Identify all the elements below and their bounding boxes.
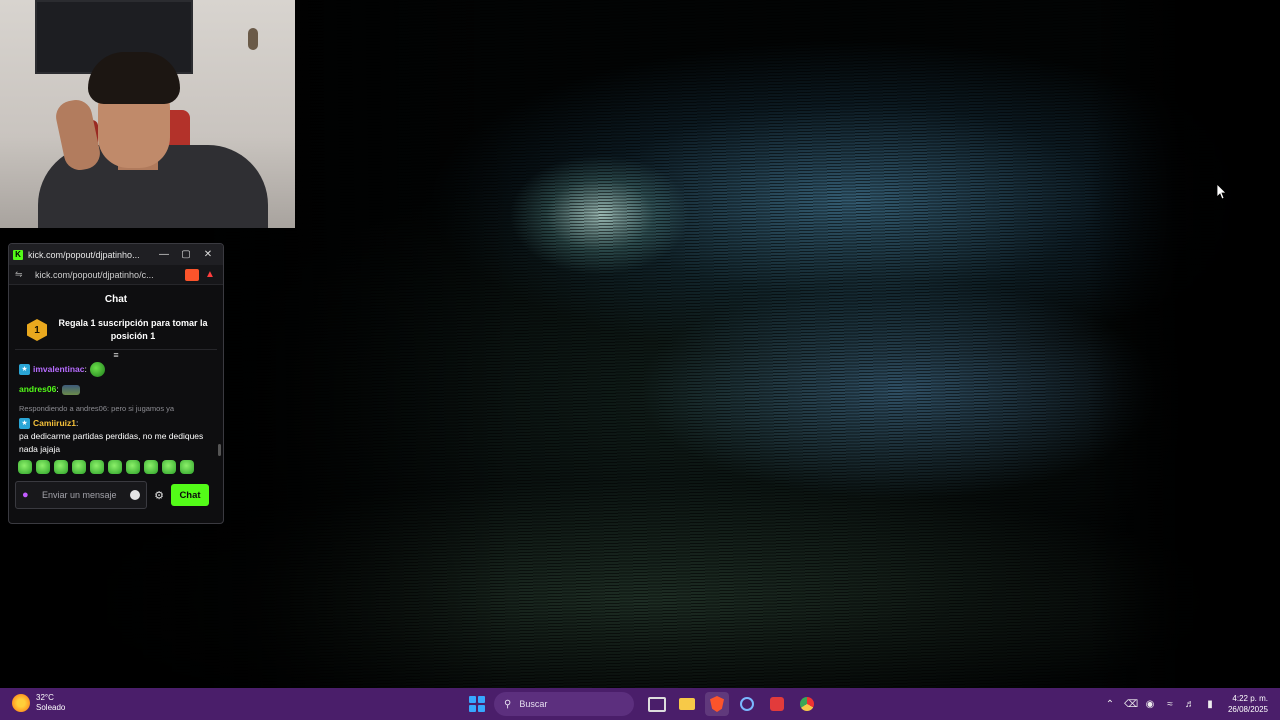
window-title: kick.com/popout/djpatinho... (28, 249, 140, 260)
emote-icon[interactable] (54, 460, 68, 474)
emote-icon[interactable] (18, 460, 32, 474)
taskbar-apps: ⚲ Buscar (466, 691, 822, 717)
chat-popout-window: K kick.com/popout/djpatinho... — ▢ ✕ ⇋ k… (8, 243, 224, 524)
brave-browser-icon[interactable] (705, 692, 729, 716)
address-bar[interactable]: ⇋ kick.com/popout/djpatinho/c... ▲ (9, 265, 223, 285)
weather-widget[interactable]: 32°C Soleado (12, 693, 65, 713)
webcam-streamer-hair (88, 52, 180, 104)
search-icon: ⚲ (504, 698, 512, 710)
notification-muted-icon[interactable]: ⌫ (1124, 699, 1138, 710)
emote-icon[interactable] (126, 460, 140, 474)
chevron-up-icon[interactable]: ⌃ (1104, 699, 1116, 710)
weather-description: Soleado (36, 703, 66, 712)
microphone-icon[interactable]: ● (22, 489, 34, 501)
chat-input-row: ● Enviar un mensaje ⚙ Chat (9, 478, 223, 512)
brave-rewards-icon[interactable]: ▲ (203, 269, 217, 281)
emote-icon[interactable] (72, 460, 86, 474)
clock-time: 4:22 p. m. (1232, 694, 1268, 703)
webcam-background-object (248, 28, 258, 50)
chat-username[interactable]: andres06 (19, 383, 56, 396)
chat-settings-gear-icon[interactable]: ⚙ (147, 489, 171, 502)
scroll-down-icon[interactable]: ≡ (9, 350, 223, 360)
address-url[interactable]: kick.com/popout/djpatinho/c... (35, 270, 181, 280)
battery-icon[interactable]: ▮ (1204, 699, 1216, 710)
chrome-icon[interactable] (795, 692, 819, 716)
taskbar-search[interactable]: ⚲ Buscar (494, 692, 634, 716)
sun-icon (12, 694, 30, 712)
reply-reference[interactable]: Respondiendo a andres06: pero si jugamos… (19, 402, 213, 415)
globe-emote-icon (89, 362, 105, 377)
volume-icon[interactable]: ♬ (1184, 699, 1196, 710)
quick-emote-bar (9, 456, 223, 478)
file-explorer-icon[interactable] (675, 692, 699, 716)
weather-temperature: 32°C (36, 693, 54, 702)
cortana-icon[interactable] (735, 692, 759, 716)
emoji-picker-icon[interactable] (130, 490, 140, 500)
app-red-icon[interactable] (765, 692, 789, 716)
emote-icon[interactable] (90, 460, 104, 474)
emote-icon[interactable] (144, 460, 158, 474)
emote-icon[interactable] (162, 460, 176, 474)
chat-input[interactable]: ● Enviar un mensaje (15, 481, 147, 509)
microphone-icon[interactable]: ◉ (1144, 699, 1156, 710)
chat-header: Chat (104, 293, 128, 305)
taskbar: 32°C Soleado ⚲ Buscar ⌃ ⌫ ◉ ≈ ♬ ▮ 4:22 p… (0, 688, 1280, 720)
kick-logo-icon: K (13, 249, 23, 260)
rank-badge-icon: 1 (27, 319, 47, 341)
send-chat-button[interactable]: Chat (171, 484, 209, 506)
maximize-button[interactable]: ▢ (175, 249, 197, 260)
chat-username[interactable]: Camiiruiz1 (33, 417, 76, 430)
webcam-feed (0, 0, 295, 228)
chat-messages: ★ imvalentinac: andres06: Respondiendo a… (9, 360, 223, 456)
sub-gift-promo[interactable]: 1 Regala 1 suscripción para tomar la pos… (9, 313, 223, 349)
window-titlebar[interactable]: K kick.com/popout/djpatinho... — ▢ ✕ (9, 244, 223, 265)
chat-input-placeholder: Enviar un mensaje (42, 490, 117, 500)
chat-message-text: pa dedicarme partidas perdidas, no me de… (19, 431, 204, 454)
task-view-icon[interactable] (645, 692, 669, 716)
chat-message: ★ imvalentinac: (19, 362, 213, 377)
subscriber-badge-icon: ★ (19, 364, 30, 375)
close-button[interactable]: ✕ (197, 249, 219, 260)
clock-date: 26/08/2025 (1227, 705, 1268, 714)
site-settings-icon[interactable]: ⇋ (15, 269, 27, 280)
chat-scrollbar[interactable] (218, 444, 221, 456)
brave-shields-icon[interactable] (185, 268, 199, 281)
start-button[interactable] (466, 693, 488, 715)
emote-icon (61, 384, 80, 395)
clock[interactable]: 4:22 p. m. 26/08/2025 (1228, 693, 1268, 715)
promo-text: Regala 1 suscripción para tomar la posic… (58, 318, 208, 341)
chat-message-reply: Respondiendo a andres06: pero si jugamos… (19, 402, 213, 456)
chat-username[interactable]: imvalentinac (33, 363, 85, 376)
minimize-button[interactable]: — (153, 249, 175, 260)
emote-icon[interactable] (36, 460, 50, 474)
wifi-icon[interactable]: ≈ (1164, 699, 1176, 710)
chat-message: andres06: (19, 383, 213, 396)
subscriber-badge-icon: ★ (19, 418, 30, 429)
emote-icon[interactable] (108, 460, 122, 474)
emote-icon[interactable] (180, 460, 194, 474)
search-label: Buscar (519, 699, 548, 709)
system-tray: ⌃ ⌫ ◉ ≈ ♬ ▮ 4:22 p. m. 26/08/2025 (1104, 692, 1268, 716)
